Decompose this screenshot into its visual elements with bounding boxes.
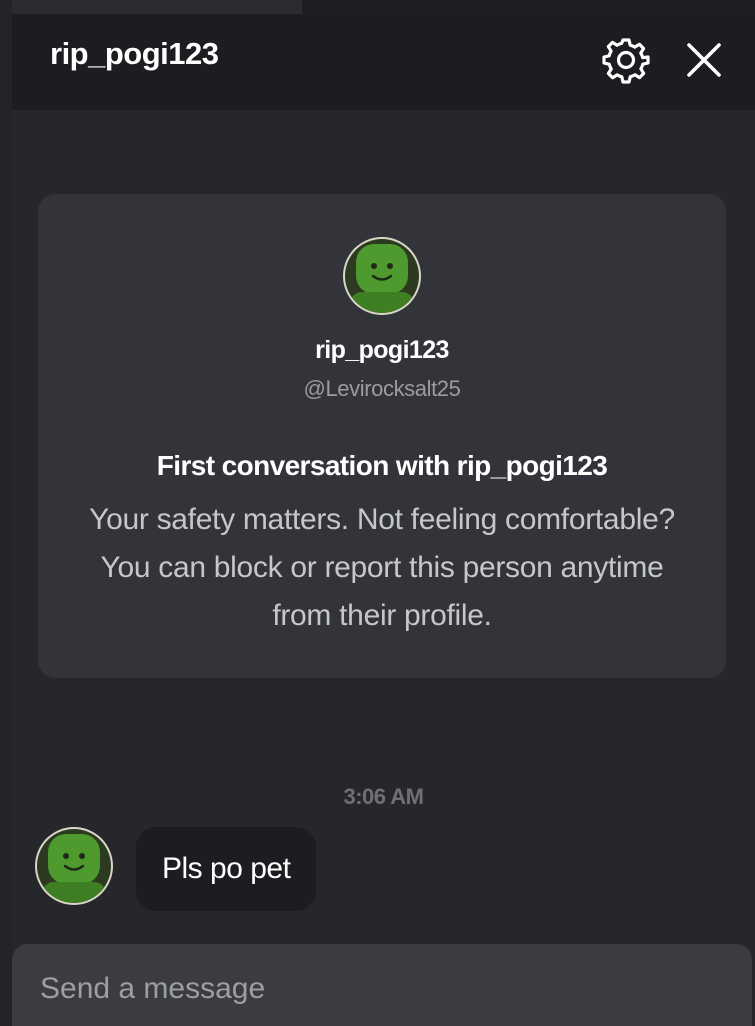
message-bubble: Pls po pet bbox=[136, 827, 317, 911]
gear-icon bbox=[602, 38, 650, 84]
profile-username: @Levirocksalt25 bbox=[303, 376, 461, 401]
safety-notice-text: Your safety matters. Not feeling comfort… bbox=[89, 503, 675, 632]
avatar[interactable] bbox=[342, 236, 422, 316]
close-button[interactable] bbox=[676, 32, 732, 88]
first-conversation-heading: First conversation with rip_pogi123 bbox=[156, 450, 608, 481]
message-row: Pls po pet bbox=[34, 824, 734, 914]
background-top-edge bbox=[12, 0, 302, 14]
close-icon bbox=[687, 43, 721, 77]
background-sidebar-edge bbox=[0, 0, 12, 1026]
avatar[interactable] bbox=[34, 826, 114, 906]
chat-title: rip_pogi123 bbox=[50, 36, 219, 71]
settings-button[interactable] bbox=[598, 32, 654, 88]
message-input[interactable] bbox=[38, 960, 722, 1018]
profile-display-name: rip_pogi123 bbox=[315, 336, 449, 364]
chat-window: rip_pogi123 rip_pogi123 @Levirocksalt25 … bbox=[12, 14, 755, 1026]
first-conversation-card: rip_pogi123 @Levirocksalt25 First conver… bbox=[38, 194, 726, 678]
message-composer bbox=[12, 944, 752, 1026]
chat-header: rip_pogi123 bbox=[12, 14, 755, 110]
message-timestamp: 3:06 AM bbox=[343, 784, 424, 809]
